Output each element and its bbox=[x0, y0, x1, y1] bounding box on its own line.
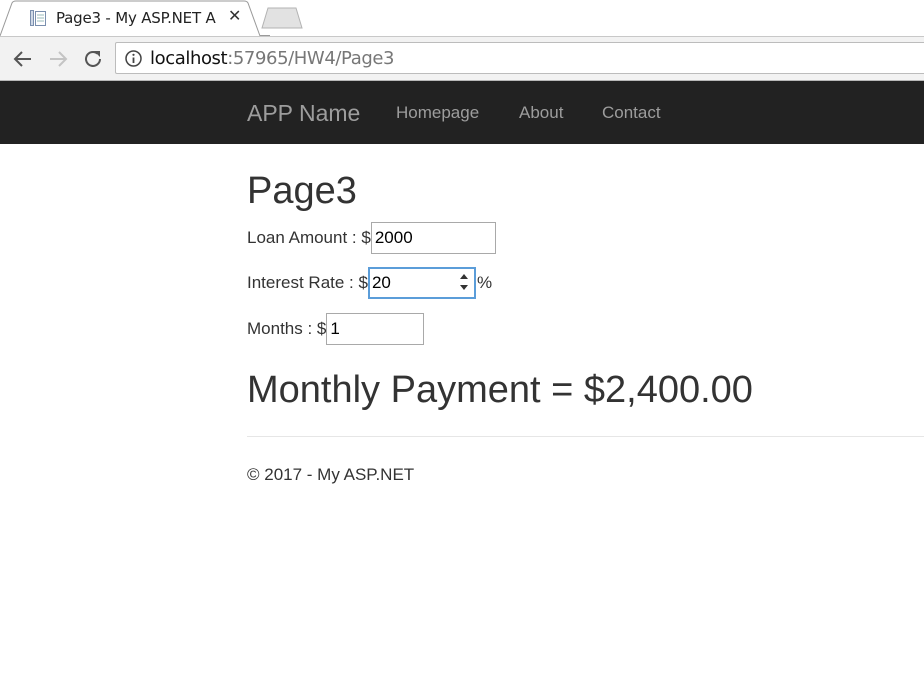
browser-toolbar: localhost:57965/HW4/Page3 bbox=[0, 36, 924, 81]
close-icon[interactable]: ✕ bbox=[228, 7, 241, 27]
tab-title[interactable]: Page3 - My ASP.NET A bbox=[56, 9, 222, 27]
reload-icon[interactable] bbox=[80, 46, 106, 72]
interest-rate-row: Interest Rate : $ % bbox=[247, 266, 492, 300]
loan-amount-row: Loan Amount : $ bbox=[247, 221, 496, 255]
monthly-payment-result: Monthly Payment = $2,400.00 bbox=[247, 369, 753, 411]
loan-amount-input[interactable] bbox=[370, 222, 496, 254]
months-input[interactable] bbox=[326, 313, 425, 345]
spin-arrows-icon[interactable] bbox=[458, 271, 470, 293]
months-row: Months : $ bbox=[247, 312, 425, 346]
page-title: Page3 bbox=[247, 170, 357, 212]
nav-link-contact[interactable]: Contact bbox=[602, 103, 661, 123]
nav-link-about[interactable]: About bbox=[519, 103, 563, 123]
url-host: localhost bbox=[150, 48, 228, 69]
address-bar[interactable]: localhost:57965/HW4/Page3 bbox=[115, 42, 924, 74]
interest-rate-wrapper bbox=[367, 267, 476, 299]
new-tab-button[interactable] bbox=[258, 6, 304, 30]
percent-sign: % bbox=[476, 273, 493, 292]
browser-tabstrip: Page3 - My ASP.NET A ✕ bbox=[0, 0, 924, 37]
info-icon[interactable] bbox=[125, 50, 142, 67]
loan-amount-label: Loan Amount : $ bbox=[247, 228, 371, 247]
nav-link-homepage[interactable]: Homepage bbox=[396, 103, 479, 123]
brand-link[interactable]: APP Name bbox=[247, 100, 360, 127]
url-text: localhost:57965/HW4/Page3 bbox=[150, 48, 394, 69]
months-label: Months : $ bbox=[247, 319, 327, 338]
page-icon bbox=[30, 10, 46, 26]
site-navbar: APP Name Homepage About Contact bbox=[0, 81, 924, 144]
back-arrow-icon[interactable] bbox=[10, 46, 36, 72]
footer-text: © 2017 - My ASP.NET bbox=[247, 465, 415, 484]
url-path: :57965/HW4/Page3 bbox=[227, 48, 395, 69]
footer-divider bbox=[247, 436, 924, 437]
interest-rate-label: Interest Rate : $ bbox=[247, 273, 368, 292]
forward-arrow-icon[interactable] bbox=[45, 46, 71, 72]
